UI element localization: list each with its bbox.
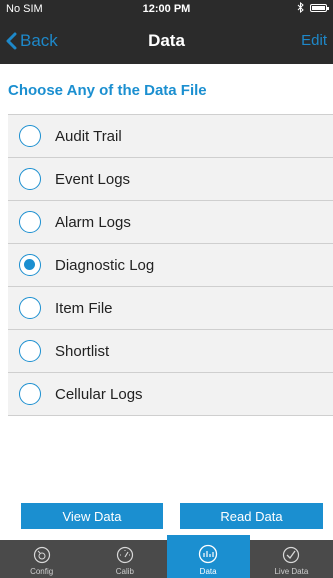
tab-calib[interactable]: Calib: [83, 540, 166, 578]
list-item-cellular-logs[interactable]: Cellular Logs: [8, 373, 333, 416]
radio-button-selected[interactable]: [19, 254, 41, 276]
edit-button[interactable]: Edit: [301, 32, 327, 49]
list-item-event-logs[interactable]: Event Logs: [8, 158, 333, 201]
item-label: Audit Trail: [55, 127, 122, 145]
data-file-list: Audit Trail Event Logs Alarm Logs Diagno…: [8, 114, 333, 416]
battery-icon: [310, 3, 329, 12]
tab-data[interactable]: Data: [166, 535, 250, 578]
clock: 12:00 PM: [142, 3, 191, 15]
calibration-gauge-icon: [116, 546, 133, 564]
section-title: Choose Any of the Data File: [8, 82, 207, 99]
list-item-shortlist[interactable]: Shortlist: [8, 330, 333, 373]
status-bar: No SIM 12:00 PM: [0, 0, 333, 18]
list-item-diagnostic-log[interactable]: Diagnostic Log: [8, 244, 333, 287]
list-item-alarm-logs[interactable]: Alarm Logs: [8, 201, 333, 244]
tab-label: Config: [30, 567, 54, 576]
list-item-item-file[interactable]: Item File: [8, 287, 333, 330]
item-label: Item File: [55, 299, 113, 317]
tab-label: Calib: [115, 567, 134, 576]
radio-button[interactable]: [19, 383, 41, 405]
navigation-bar: Back Data Edit: [0, 18, 333, 64]
page-title: Data: [148, 31, 185, 50]
bluetooth-icon: [297, 2, 304, 13]
read-data-button[interactable]: Read Data: [180, 503, 323, 529]
item-label: Alarm Logs: [55, 213, 131, 231]
tab-label: Data: [199, 567, 217, 576]
tab-config[interactable]: Config: [0, 540, 83, 578]
config-gauge-icon: [33, 546, 50, 564]
radio-button[interactable]: [19, 297, 41, 319]
item-label: Cellular Logs: [55, 385, 143, 403]
tab-bar: Config Calib Data Live Data: [0, 535, 333, 578]
item-label: Shortlist: [55, 342, 110, 360]
live-check-icon: [283, 546, 300, 564]
radio-button[interactable]: [19, 211, 41, 233]
item-label: Diagnostic Log: [55, 256, 155, 274]
radio-button[interactable]: [19, 168, 41, 190]
tab-live-data[interactable]: Live Data: [250, 540, 333, 578]
view-data-button[interactable]: View Data: [21, 503, 163, 529]
status-icons: [297, 2, 329, 13]
item-label: Event Logs: [55, 170, 131, 188]
radio-button[interactable]: [19, 125, 41, 147]
radio-button[interactable]: [19, 340, 41, 362]
list-item-audit-trail[interactable]: Audit Trail: [8, 115, 333, 158]
data-chart-icon: [198, 544, 218, 564]
tab-label: Live Data: [274, 567, 309, 576]
